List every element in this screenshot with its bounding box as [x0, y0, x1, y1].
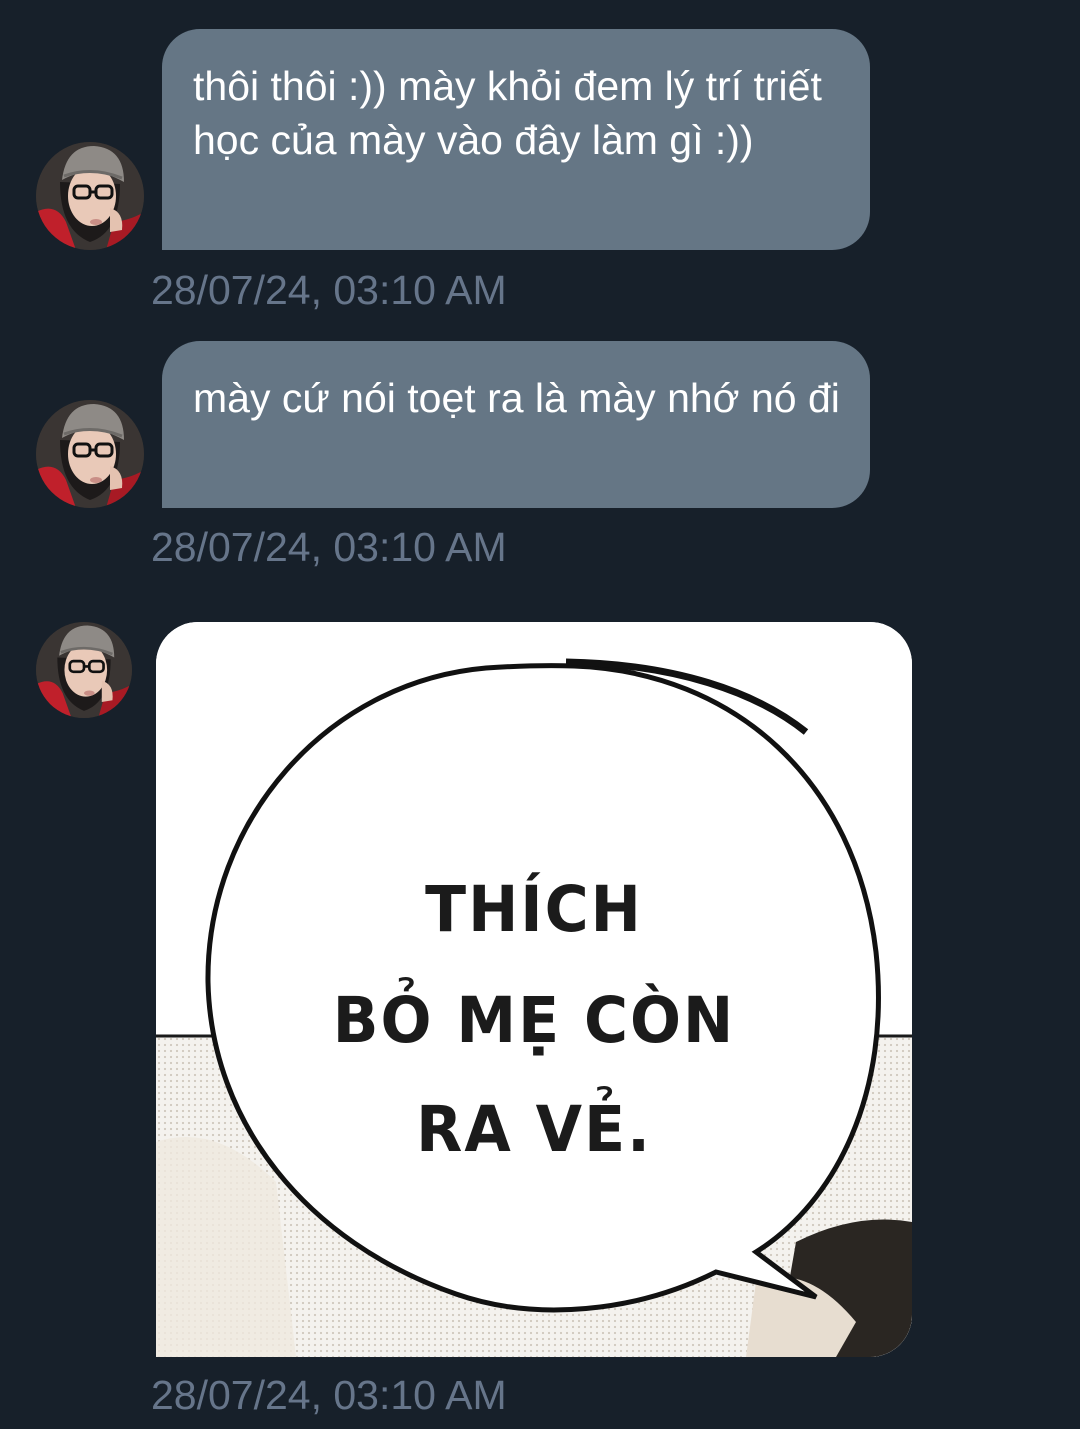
message-timestamp: 28/07/24, 03:10 AM [151, 1372, 507, 1418]
avatar[interactable] [36, 142, 144, 250]
message-text: thôi thôi :)) mày khỏi đem lý trí triết … [193, 63, 822, 163]
comic-text-line: RA VẺ. [416, 1093, 652, 1167]
avatar-image [36, 142, 144, 250]
message-bubble[interactable]: thôi thôi :)) mày khỏi đem lý trí triết … [162, 29, 870, 250]
avatar-image [36, 622, 132, 718]
comic-text-line: THÍCH [425, 873, 643, 947]
message-text: mày cứ nói toẹt ra là mày nhớ nó đi [193, 375, 840, 421]
message-bubble[interactable]: mày cứ nói toẹt ra là mày nhớ nó đi [162, 341, 870, 508]
avatar[interactable] [36, 622, 132, 718]
comic-text-line: BỎ MẸ CÒN [332, 984, 736, 1058]
image-attachment[interactable]: THÍCH BỎ MẸ CÒN RA VẺ. [156, 622, 912, 1357]
avatar-image [36, 400, 144, 508]
avatar[interactable] [36, 400, 144, 508]
message-timestamp: 28/07/24, 03:10 AM [151, 524, 507, 570]
message-timestamp: 28/07/24, 03:10 AM [151, 267, 507, 313]
